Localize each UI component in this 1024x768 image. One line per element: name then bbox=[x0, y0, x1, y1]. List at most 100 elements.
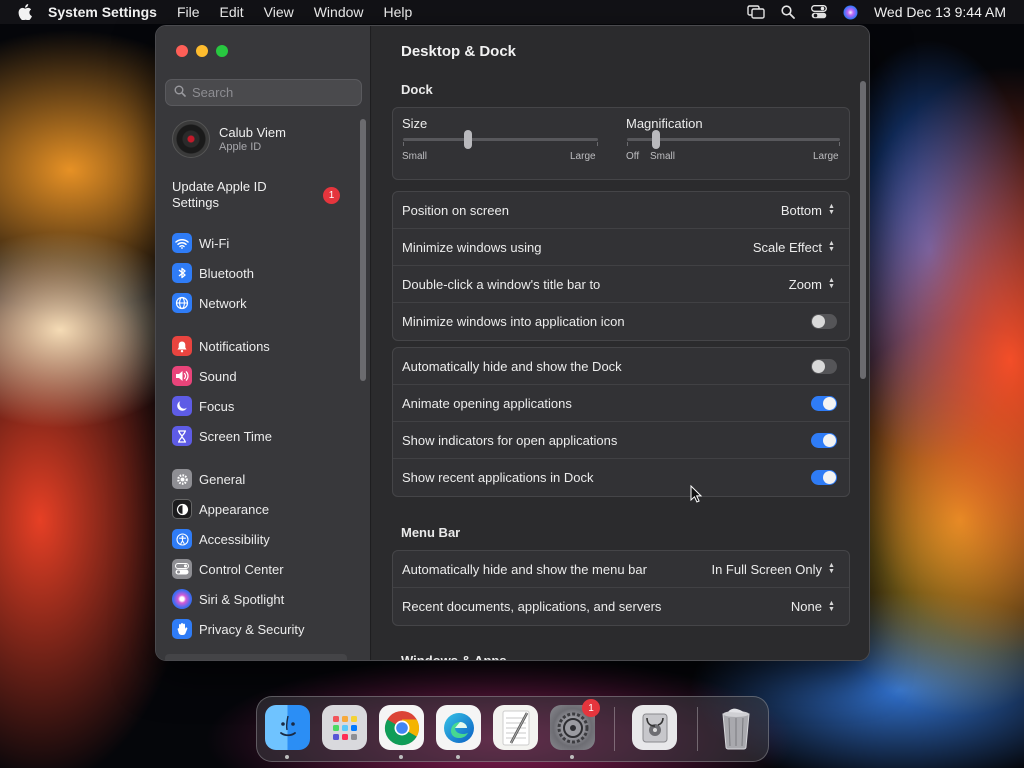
select-value: In Full Screen Only bbox=[711, 561, 822, 577]
animate-opening-toggle[interactable] bbox=[811, 395, 837, 411]
double-click-action-select[interactable]: Zoom ▲ ▼ bbox=[789, 277, 837, 292]
show-indicators-row: Show indicators for open applications bbox=[393, 422, 849, 459]
spotlight-search-icon[interactable] bbox=[781, 5, 795, 19]
dock-section-title: Dock bbox=[401, 82, 433, 97]
row-label: Recent documents, applications, and serv… bbox=[402, 599, 662, 614]
appearance-icon bbox=[172, 499, 192, 519]
finder-icon[interactable] bbox=[265, 705, 310, 750]
trash-icon[interactable] bbox=[713, 705, 758, 750]
row-label: Animate opening applications bbox=[402, 395, 572, 411]
show-indicators-toggle[interactable] bbox=[811, 432, 837, 448]
menu-bar-card: Automatically hide and show the menu bar… bbox=[392, 550, 850, 626]
avatar bbox=[172, 120, 210, 158]
sidebar-item-sound[interactable]: Sound bbox=[172, 361, 272, 391]
minimize-into-app-icon-row: Minimize windows into application icon bbox=[393, 303, 849, 340]
search-field[interactable] bbox=[165, 79, 362, 106]
minimize-into-app-icon-toggle[interactable] bbox=[811, 314, 837, 329]
sidebar-item-label: Network bbox=[199, 295, 247, 311]
window-menu[interactable]: Window bbox=[314, 4, 364, 20]
slider-tick bbox=[627, 142, 628, 146]
hourglass-icon bbox=[172, 426, 192, 446]
minimize-effect-select[interactable]: Scale Effect ▲ ▼ bbox=[753, 240, 837, 255]
row-label: Minimize windows using bbox=[402, 239, 542, 255]
sidebar-item-privacy-security[interactable]: Privacy & Security bbox=[172, 614, 304, 644]
sidebar-scrollbar[interactable] bbox=[360, 119, 366, 381]
edit-menu[interactable]: Edit bbox=[220, 4, 244, 20]
edge-icon[interactable] bbox=[436, 705, 481, 750]
size-slider-knob[interactable] bbox=[464, 130, 472, 149]
clock[interactable]: Wed Dec 13 9:44 AM bbox=[874, 4, 1006, 20]
search-icon bbox=[174, 84, 186, 102]
view-menu[interactable]: View bbox=[264, 4, 294, 20]
recent-items-select[interactable]: None ▲ ▼ bbox=[791, 599, 837, 614]
slider-tick bbox=[597, 142, 598, 146]
dock-behavior-card: Position on screen Bottom ▲ ▼ Minimize wi… bbox=[392, 191, 850, 341]
file-menu[interactable]: File bbox=[177, 4, 200, 20]
sidebar-item-focus[interactable]: Focus bbox=[172, 391, 272, 421]
sidebar-item-label: General bbox=[199, 471, 246, 487]
bluetooth-icon bbox=[172, 263, 192, 283]
position-select[interactable]: Bottom ▲ ▼ bbox=[781, 203, 837, 218]
app-menu[interactable]: System Settings bbox=[48, 4, 157, 20]
accessibility-icon bbox=[172, 529, 192, 549]
sidebar-item-label: Focus bbox=[199, 398, 235, 414]
disk-utility-icon[interactable] bbox=[632, 705, 677, 750]
windows-apps-section-title: Windows & Apps bbox=[401, 653, 507, 661]
sidebar-item-screen-time[interactable]: Screen Time bbox=[172, 421, 272, 451]
main-scrollbar[interactable] bbox=[860, 81, 866, 379]
row-label: Position on screen bbox=[402, 202, 509, 218]
sidebar-item-wifi[interactable]: Wi-Fi bbox=[172, 228, 254, 258]
control-center-icon bbox=[172, 559, 192, 579]
minimize-button[interactable] bbox=[196, 45, 208, 57]
slider-tick bbox=[839, 142, 840, 146]
help-menu[interactable]: Help bbox=[384, 4, 413, 20]
show-recent-apps-toggle[interactable] bbox=[811, 470, 837, 485]
autohide-dock-toggle[interactable] bbox=[811, 358, 837, 374]
screen-mirroring-icon[interactable] bbox=[747, 5, 765, 19]
size-min-label: Small bbox=[402, 151, 428, 162]
size-slider-track[interactable] bbox=[403, 138, 598, 141]
select-value: Scale Effect bbox=[752, 239, 822, 255]
apple-id-account[interactable]: Calub Viem Apple ID bbox=[172, 120, 286, 158]
update-apple-id-settings[interactable]: Update Apple ID Settings 1 bbox=[172, 179, 352, 211]
dock-separator bbox=[697, 707, 698, 751]
siri-icon bbox=[172, 589, 192, 609]
search-input[interactable] bbox=[192, 85, 352, 100]
launchpad-icon[interactable] bbox=[322, 705, 367, 750]
sidebar-item-bluetooth[interactable]: Bluetooth bbox=[172, 258, 254, 288]
row-label: Show indicators for open applications bbox=[402, 432, 618, 448]
sidebar-item-control-center[interactable]: Control Center bbox=[172, 554, 304, 584]
sidebar-item-general[interactable]: General bbox=[172, 464, 304, 494]
control-center-icon[interactable] bbox=[811, 5, 827, 19]
chrome-icon[interactable] bbox=[379, 705, 424, 750]
sidebar-group-general: General Appearance Accessibility Control… bbox=[172, 464, 304, 644]
sidebar-item-siri-spotlight[interactable]: Siri & Spotlight bbox=[172, 584, 304, 614]
show-recent-apps-row: Show recent applications in Dock bbox=[393, 459, 849, 496]
zoom-button[interactable] bbox=[216, 45, 228, 57]
autohide-menu-bar-select[interactable]: In Full Screen Only ▲ ▼ bbox=[711, 562, 837, 577]
sidebar-item-network[interactable]: Network bbox=[172, 288, 254, 318]
apple-menu-icon[interactable] bbox=[18, 4, 34, 20]
sidebar-item-label: Notifications bbox=[199, 338, 270, 354]
textedit-icon[interactable] bbox=[493, 705, 538, 750]
close-button[interactable] bbox=[176, 45, 188, 57]
size-max-label: Large bbox=[570, 151, 596, 162]
account-name: Calub Viem bbox=[219, 125, 286, 140]
sidebar-item-appearance[interactable]: Appearance bbox=[172, 494, 304, 524]
magnification-slider-knob[interactable] bbox=[652, 130, 660, 149]
chevron-up-down-icon: ▲ ▼ bbox=[828, 203, 835, 216]
siri-icon[interactable] bbox=[843, 5, 858, 20]
magnification-max-label: Large bbox=[813, 151, 839, 162]
account-subtitle: Apple ID bbox=[219, 141, 262, 153]
select-value: Zoom bbox=[788, 276, 822, 292]
chevron-up-down-icon: ▲ ▼ bbox=[828, 277, 835, 290]
sidebar-item-accessibility[interactable]: Accessibility bbox=[172, 524, 304, 554]
dock-separator bbox=[614, 707, 615, 751]
sidebar-item-notifications[interactable]: Notifications bbox=[172, 331, 272, 361]
dock-size-card: Size Small Large Magnification Off Small… bbox=[392, 107, 850, 180]
recent-items-row: Recent documents, applications, and serv… bbox=[393, 588, 849, 625]
row-label: Minimize windows into application icon bbox=[402, 314, 625, 329]
mouse-pointer-icon bbox=[690, 484, 703, 508]
chevron-up-down-icon: ▲ ▼ bbox=[828, 599, 835, 613]
wifi-icon bbox=[172, 233, 192, 253]
